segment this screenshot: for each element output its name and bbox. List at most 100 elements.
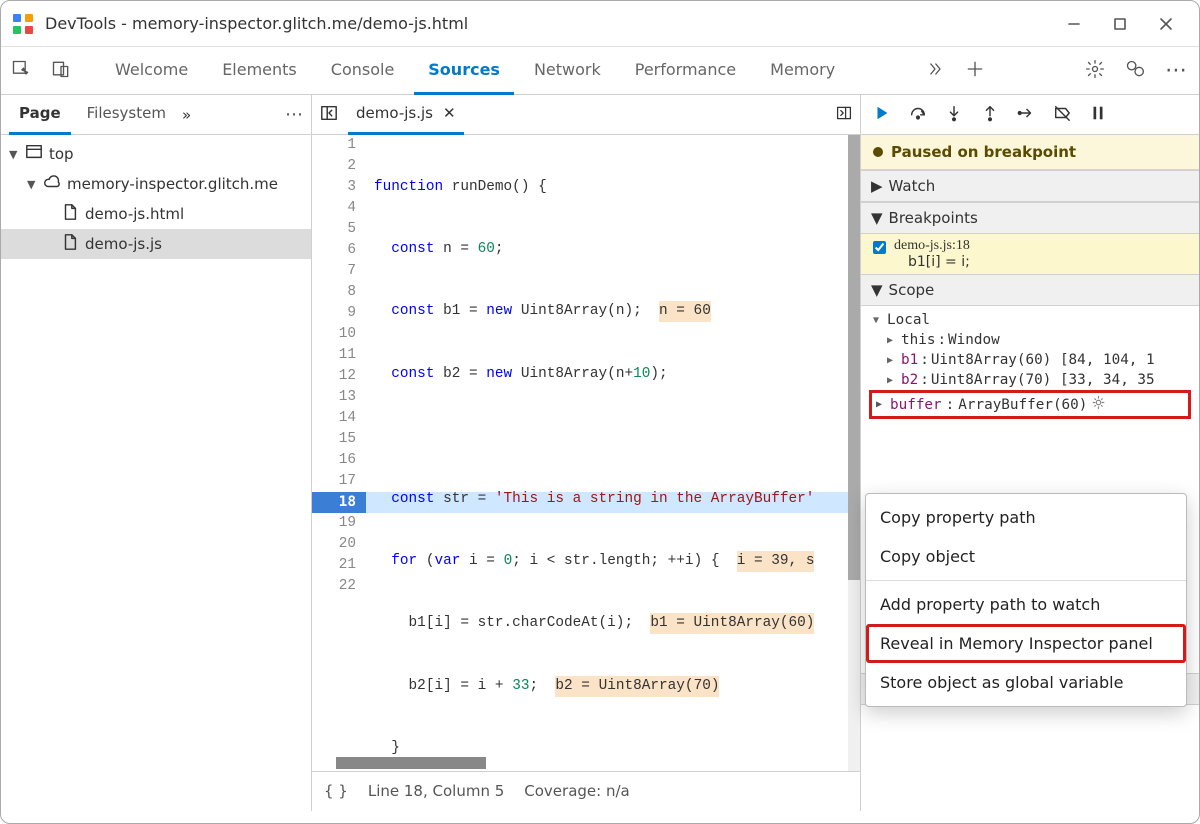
scope-local-title: Local (887, 312, 930, 328)
tree-domain[interactable]: ▼ memory-inspector.glitch.me (1, 169, 311, 199)
scope-local-header[interactable]: ▼ Local (861, 310, 1199, 330)
tree-top-frame[interactable]: ▼ top (1, 139, 311, 169)
step-into-icon[interactable] (945, 104, 963, 126)
cursor-position: Line 18, Column 5 (368, 782, 504, 800)
inline-value-overlay: b1 = Uint8Array(60) (650, 613, 814, 634)
more-tabs-chevrons-icon[interactable] (925, 59, 945, 83)
tab-welcome[interactable]: Welcome (101, 47, 202, 95)
chevron-down-icon: ▼ (871, 209, 883, 227)
scope-var-this[interactable]: ▶ this: Window (861, 330, 1199, 350)
devtools-app-icon (11, 12, 35, 36)
pause-on-exceptions-icon[interactable] (1089, 104, 1107, 126)
chevron-right-icon: ▶ (887, 335, 899, 346)
paused-text: Paused on breakpoint (891, 143, 1076, 161)
feedback-icon[interactable] (1125, 59, 1145, 83)
step-out-icon[interactable] (981, 104, 999, 126)
window-titlebar: DevTools - memory-inspector.glitch.me/de… (1, 1, 1199, 47)
window-maximize-button[interactable] (1097, 9, 1143, 39)
more-options-icon[interactable]: ⋯ (1165, 58, 1189, 83)
chevron-down-icon: ▼ (871, 281, 883, 299)
scope-section-header[interactable]: ▼ Scope (861, 274, 1199, 306)
breakpoint-checkbox[interactable] (873, 241, 886, 254)
tree-file-label: demo-js.html (85, 205, 184, 223)
tree-file-js[interactable]: demo-js.js (1, 229, 311, 259)
chevron-down-icon: ▼ (9, 148, 19, 161)
step-icon[interactable] (1017, 104, 1035, 126)
scope-var-b2[interactable]: ▶ b2: Uint8Array(70) [33, 34, 35 (861, 370, 1199, 390)
chevron-down-icon: ▼ (27, 178, 37, 191)
tab-performance[interactable]: Performance (621, 47, 750, 95)
paused-banner: Paused on breakpoint (861, 135, 1199, 170)
navigator-more-options-icon[interactable]: ⋯ (285, 104, 303, 125)
context-copy-object[interactable]: Copy object (866, 537, 1186, 576)
navigator-tabs: Page Filesystem » ⋯ (1, 95, 311, 135)
cloud-icon (43, 173, 61, 195)
scope-body: ▼ Local ▶ this: Window ▶ b1: Uint8Array(… (861, 306, 1199, 423)
toggle-navigator-icon[interactable] (320, 104, 338, 126)
navigator-pane: Page Filesystem » ⋯ ▼ top ▼ memory-inspe… (1, 95, 312, 811)
inline-value-overlay: n = 60 (659, 301, 711, 322)
tab-console[interactable]: Console (317, 47, 409, 95)
tree-file-label: demo-js.js (85, 235, 162, 253)
file-icon (61, 233, 79, 255)
watch-title: Watch (889, 177, 936, 195)
context-copy-property-path[interactable]: Copy property path (866, 498, 1186, 537)
close-tab-icon[interactable]: ✕ (443, 104, 456, 122)
scope-title: Scope (889, 281, 935, 299)
editor-tabs: demo-js.js ✕ (312, 95, 860, 135)
context-separator (866, 580, 1186, 581)
tree-file-html[interactable]: demo-js.html (1, 199, 311, 229)
breakpoint-item[interactable]: demo-js.js:18 b1[i] = i; (861, 234, 1199, 274)
code-content[interactable]: function runDemo() { const n = 60; const… (366, 135, 814, 771)
add-tab-plus-icon[interactable] (965, 59, 985, 83)
tab-memory[interactable]: Memory (756, 47, 849, 95)
chevron-down-icon: ▼ (873, 315, 885, 326)
debugger-pane: Paused on breakpoint ▶ Watch ▼ Breakpoin… (861, 95, 1199, 811)
window-title: DevTools - memory-inspector.glitch.me/de… (45, 14, 468, 33)
context-store-global[interactable]: Store object as global variable (866, 663, 1186, 702)
file-tree: ▼ top ▼ memory-inspector.glitch.me demo-… (1, 135, 311, 263)
editor-tab-file[interactable]: demo-js.js ✕ (348, 95, 464, 135)
editor-tab-label: demo-js.js (356, 104, 433, 122)
debug-toolbar (861, 95, 1199, 135)
inline-value-overlay: i = 39, s (737, 551, 815, 572)
breakpoints-section-header[interactable]: ▼ Breakpoints (861, 202, 1199, 234)
main-tabstrip: Welcome Elements Console Sources Network… (1, 47, 1199, 95)
line-gutter: 12345678910111213141516171819202122 (312, 135, 366, 771)
step-over-icon[interactable] (909, 104, 927, 126)
tab-elements[interactable]: Elements (208, 47, 311, 95)
editor-statusbar: { } Line 18, Column 5 Coverage: n/a (312, 771, 860, 809)
window-frame-icon (25, 143, 43, 165)
window-minimize-button[interactable] (1051, 9, 1097, 39)
toggle-debugger-icon[interactable] (836, 105, 852, 125)
tree-domain-label: memory-inspector.glitch.me (67, 175, 278, 193)
navigator-tab-filesystem[interactable]: Filesystem (77, 95, 176, 135)
tab-network[interactable]: Network (520, 47, 615, 95)
context-reveal-memory-inspector[interactable]: Reveal in Memory Inspector panel (866, 624, 1186, 663)
more-navigator-tabs-icon[interactable]: » (182, 106, 191, 124)
pretty-print-icon[interactable]: { } (324, 782, 348, 800)
source-editor[interactable]: 18 12345678910111213141516171819202122 f… (312, 135, 860, 771)
settings-gear-icon[interactable] (1085, 59, 1105, 83)
memory-inspector-gear-icon[interactable] (1091, 395, 1106, 414)
file-icon (61, 203, 79, 225)
window-close-button[interactable] (1143, 9, 1189, 39)
inspect-element-icon[interactable] (11, 59, 31, 83)
watch-section-header[interactable]: ▶ Watch (861, 170, 1199, 202)
chevron-right-icon: ▶ (871, 177, 883, 195)
deactivate-breakpoints-icon[interactable] (1053, 104, 1071, 126)
editor-pane: demo-js.js ✕ 18 123456789101112131415161… (312, 95, 861, 811)
breakpoints-title: Breakpoints (889, 209, 978, 227)
coverage-status: Coverage: n/a (524, 782, 629, 800)
tree-top-label: top (49, 145, 74, 163)
resume-icon[interactable] (873, 104, 891, 126)
context-add-to-watch[interactable]: Add property path to watch (866, 585, 1186, 624)
inline-value-overlay: b2 = Uint8Array(70) (555, 676, 719, 697)
scope-var-b1[interactable]: ▶ b1: Uint8Array(60) [84, 104, 1 (861, 350, 1199, 370)
tab-sources[interactable]: Sources (414, 47, 514, 95)
context-menu: Copy property path Copy object Add prope… (865, 493, 1187, 707)
navigator-tab-page[interactable]: Page (9, 95, 71, 135)
editor-vertical-scrollbar[interactable] (848, 135, 860, 771)
device-emulation-icon[interactable] (51, 59, 71, 83)
scope-var-buffer[interactable]: ▶ buffer: ArrayBuffer(60) (869, 390, 1191, 419)
